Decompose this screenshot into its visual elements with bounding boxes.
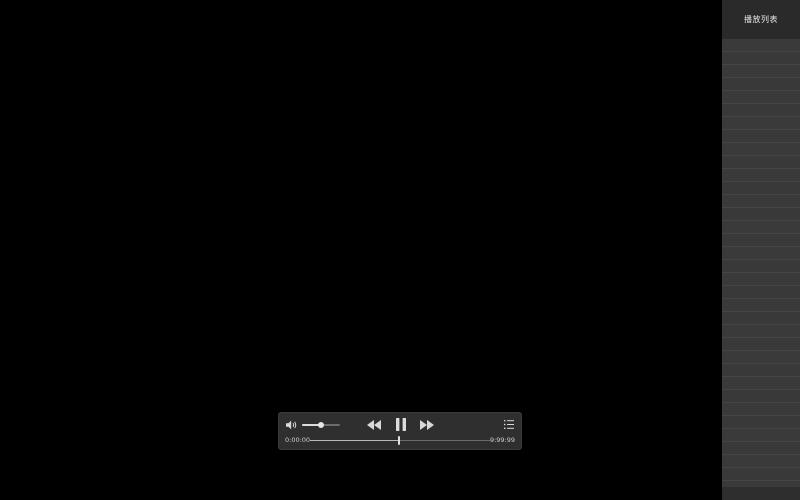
playlist-row[interactable] xyxy=(722,403,800,416)
playlist-row[interactable] xyxy=(722,104,800,117)
playlist-title: 播放列表 xyxy=(744,15,778,24)
playlist-row[interactable] xyxy=(722,39,800,52)
playlist-row[interactable] xyxy=(722,364,800,377)
playlist-row[interactable] xyxy=(722,325,800,338)
rewind-button[interactable] xyxy=(367,420,381,430)
playlist-row[interactable] xyxy=(722,338,800,351)
volume-slider-knob[interactable] xyxy=(318,422,324,428)
playlist-row[interactable] xyxy=(722,416,800,429)
progress-handle[interactable] xyxy=(397,436,400,445)
playlist-row[interactable] xyxy=(722,117,800,130)
playlist-row[interactable] xyxy=(722,429,800,442)
playlist-list[interactable] xyxy=(722,39,800,487)
list-icon xyxy=(504,420,514,429)
rewind-icon xyxy=(367,420,381,430)
playlist-row[interactable] xyxy=(722,299,800,312)
playlist-row[interactable] xyxy=(722,234,800,247)
speaker-icon[interactable] xyxy=(286,420,298,430)
playlist-row[interactable] xyxy=(722,351,800,364)
playlist-row[interactable] xyxy=(722,208,800,221)
playlist-row[interactable] xyxy=(722,390,800,403)
playlist-row[interactable] xyxy=(722,78,800,91)
playlist-row[interactable] xyxy=(722,143,800,156)
total-time: 9:99:99 xyxy=(489,436,515,444)
video-player-window: 播放列表 0:00:00 9:99:99 xyxy=(0,0,800,500)
pause-icon xyxy=(396,418,406,431)
playlist-header: 播放列表 xyxy=(722,0,800,39)
playlist-row[interactable] xyxy=(722,169,800,182)
playlist-row[interactable] xyxy=(722,91,800,104)
playlist-row[interactable] xyxy=(722,377,800,390)
playlist-row[interactable] xyxy=(722,286,800,299)
current-time: 0:00:00 xyxy=(285,436,311,444)
playlist-footer xyxy=(722,487,800,500)
playlist-row[interactable] xyxy=(722,260,800,273)
volume-slider[interactable] xyxy=(302,422,340,428)
playlist-row[interactable] xyxy=(722,52,800,65)
playlist-row[interactable] xyxy=(722,156,800,169)
playlist-row[interactable] xyxy=(722,65,800,78)
playlist-row[interactable] xyxy=(722,312,800,325)
fast-forward-icon xyxy=(420,420,434,430)
playlist-row[interactable] xyxy=(722,468,800,481)
pause-button[interactable] xyxy=(395,418,407,431)
playlist-row[interactable] xyxy=(722,130,800,143)
playlist-row[interactable] xyxy=(722,221,800,234)
playlist-row[interactable] xyxy=(722,182,800,195)
playlist-row[interactable] xyxy=(722,455,800,468)
fast-forward-button[interactable] xyxy=(420,420,434,430)
playlist-row[interactable] xyxy=(722,247,800,260)
playlist-row[interactable] xyxy=(722,273,800,286)
playlist-row[interactable] xyxy=(722,195,800,208)
progress-bar[interactable] xyxy=(310,436,491,445)
playlist-panel: 播放列表 xyxy=(722,0,800,500)
control-bar: 0:00:00 9:99:99 xyxy=(278,412,522,450)
progress-bar-fill xyxy=(310,440,399,441)
playlist-toggle-button[interactable] xyxy=(504,419,514,430)
playlist-row[interactable] xyxy=(722,442,800,455)
